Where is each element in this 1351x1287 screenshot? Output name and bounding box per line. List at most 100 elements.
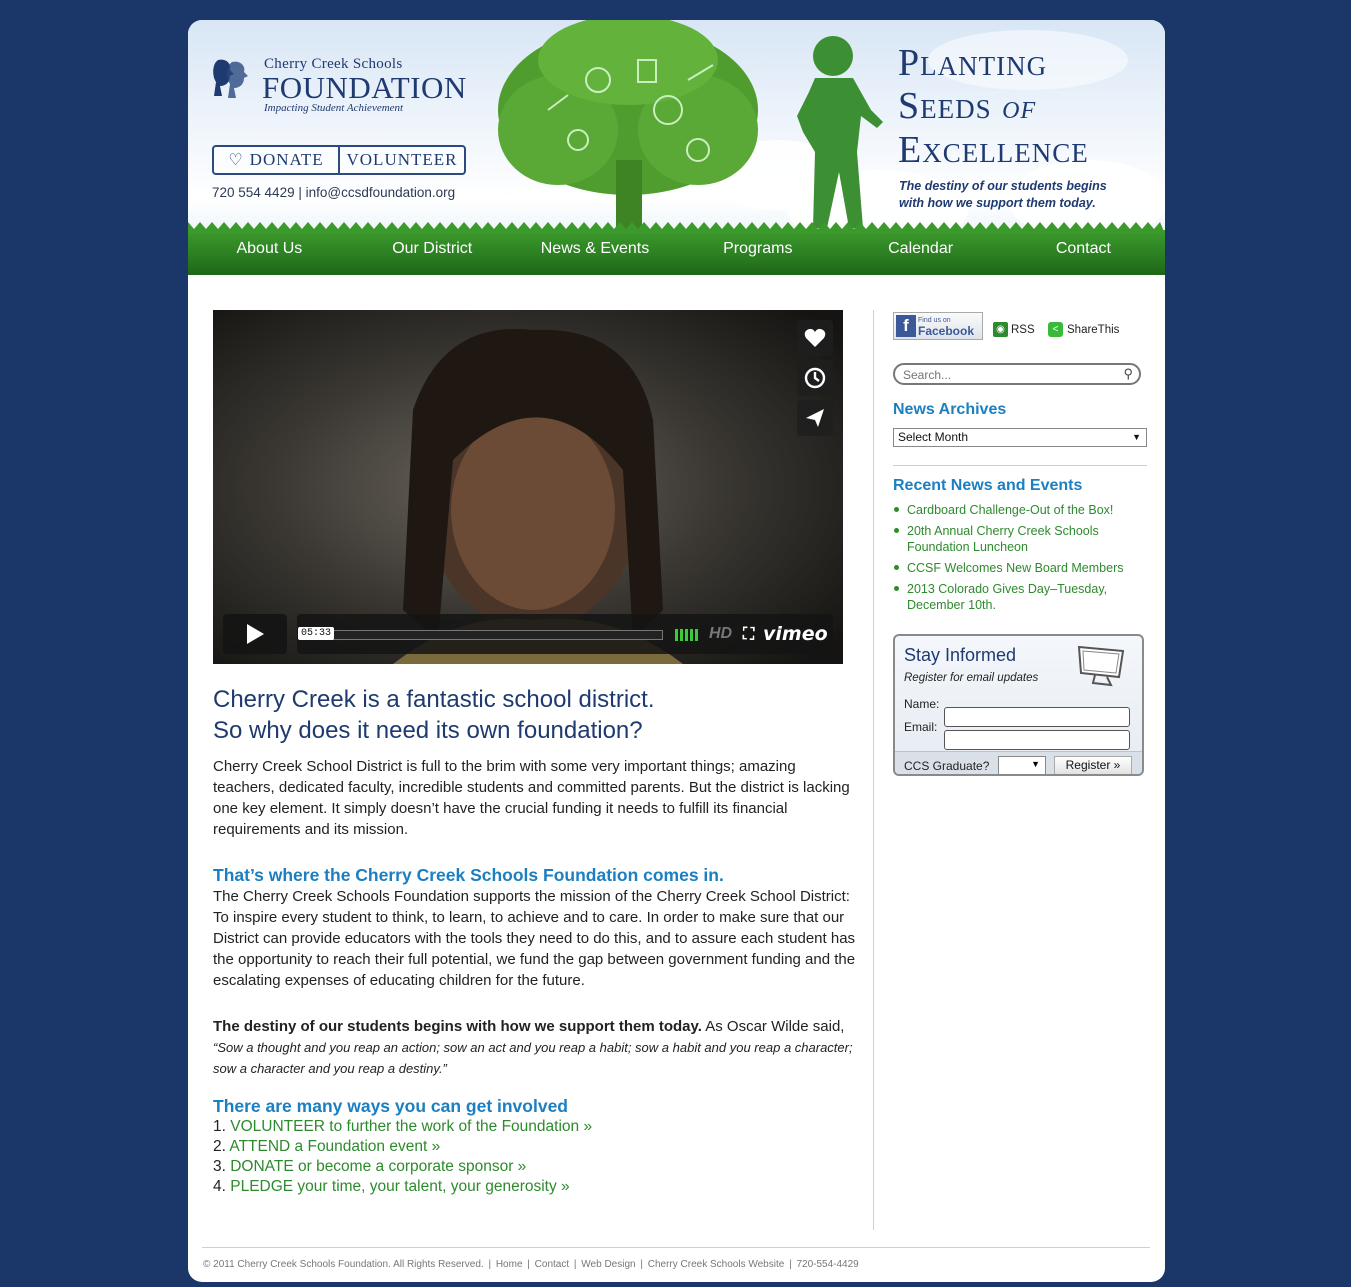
register-button[interactable]: Register » (1054, 756, 1132, 774)
logo-faces-icon (213, 59, 248, 98)
foundation-heading: That’s where the Cherry Creek Schools Fo… (213, 865, 724, 885)
nav-item-our-district[interactable]: Our District (351, 240, 514, 258)
archives-month-select[interactable]: Select Month ▼ (893, 428, 1147, 447)
play-button[interactable] (223, 614, 287, 654)
foundation-section: That’s where the Cherry Creek Schools Fo… (213, 865, 858, 991)
name-input[interactable] (944, 707, 1130, 727)
nav-item-programs[interactable]: Programs (676, 240, 839, 258)
header-contact: 720 554 4429 | info@ccsdfoundation.org (212, 185, 455, 200)
rss-label: RSS (1011, 323, 1035, 336)
recent-news-list: Cardboard Challenge-Out of the Box! 20th … (893, 502, 1147, 618)
logo-tagline: Impacting Student Achievement (264, 102, 404, 114)
search-icon[interactable]: ⚲ (1123, 366, 1133, 382)
nav-item-contact[interactable]: Contact (1002, 240, 1165, 258)
main-nav: About Us Our District News & Events Program… (188, 230, 1165, 275)
recent-news-link[interactable]: CCSF Welcomes New Board Members (907, 561, 1124, 575)
footer-link[interactable]: Cherry Creek Schools Website (648, 1259, 785, 1270)
sharethis-link[interactable]: < ShareThis (1048, 322, 1119, 337)
recent-news-item: 20th Annual Cherry Creek Schools Foundat… (893, 523, 1147, 555)
header-slogan: Planting Seeds of Excellence (898, 42, 1089, 172)
footer-link[interactable]: Contact (535, 1259, 569, 1270)
foundation-paragraph: The Cherry Creek Schools Foundation supp… (213, 888, 856, 989)
involve-link[interactable]: ATTEND a Foundation event » (229, 1138, 440, 1155)
video-control-bar: 05:33 HD ⛶ vimeo (297, 614, 833, 654)
involve-number: 3. (213, 1158, 231, 1175)
child-silhouette (797, 36, 883, 228)
hd-toggle[interactable]: HD (709, 625, 732, 643)
logo-line-2: FOUNDATION (262, 70, 467, 105)
site-logo[interactable]: Cherry Creek Schools FOUNDATION Impactin… (212, 54, 472, 118)
footer-link[interactable]: 720-554-4429 (796, 1259, 858, 1270)
stay-informed-subtitle: Register for email updates (904, 672, 1039, 684)
recent-news-link[interactable]: Cardboard Challenge-Out of the Box! (907, 503, 1113, 517)
share-icon: < (1048, 322, 1063, 337)
archives-select-value: Select Month (898, 430, 969, 444)
footer-divider (202, 1247, 1150, 1248)
facebook-line-2: Facebook (918, 324, 975, 338)
volunteer-label: VOLUNTEER (346, 150, 458, 169)
email-input[interactable] (944, 730, 1130, 750)
header-phone: 720 554 4429 (212, 185, 295, 200)
heading-line-1: Cherry Creek is a fantastic school distr… (213, 686, 655, 713)
column-divider (873, 310, 874, 1230)
footer-separator: | (637, 1259, 646, 1270)
video-progress-track[interactable]: 05:33 (298, 627, 663, 640)
fullscreen-icon[interactable]: ⛶ (743, 626, 754, 644)
involve-item: 3. DONATE or become a corporate sponsor … (213, 1157, 858, 1177)
intro-paragraph: Cherry Creek School District is full to … (213, 758, 850, 838)
volunteer-button[interactable]: VOLUNTEER (338, 147, 464, 173)
page-heading: Cherry Creek is a fantastic school distr… (213, 684, 853, 746)
destiny-paragraph: The destiny of our students begins with … (213, 1016, 858, 1079)
involve-number: 4. (213, 1178, 231, 1195)
footer-separator: | (488, 1259, 494, 1270)
search-input[interactable] (903, 367, 1113, 383)
nav-item-news-events[interactable]: News & Events (514, 240, 677, 258)
monitor-icon (1077, 645, 1125, 687)
rss-link[interactable]: ◉ RSS (993, 322, 1035, 337)
social-links: f Find us on Facebook ◉ RSS < ShareThis (893, 312, 1147, 342)
recent-news-link[interactable]: 20th Annual Cherry Creek Schools Foundat… (907, 524, 1099, 554)
video-controls: 05:33 HD ⛶ vimeo (223, 614, 833, 654)
recent-news-heading: Recent News and Events (893, 477, 1083, 494)
facebook-button[interactable]: f Find us on Facebook (893, 312, 983, 340)
involve-number: 2. (213, 1138, 230, 1155)
heart-icon (804, 328, 826, 347)
involve-link[interactable]: VOLUNTEER to further the work of the Fou… (230, 1118, 592, 1135)
involve-item: 2. ATTEND a Foundation event » (213, 1137, 858, 1157)
nav-item-calendar[interactable]: Calendar (839, 240, 1002, 258)
donate-button[interactable]: ♡ DONATE (214, 147, 338, 173)
footer-separator: | (571, 1259, 580, 1270)
header-email-link[interactable]: info@ccsdfoundation.org (306, 185, 456, 200)
stay-informed-footer: CCS Graduate? ▼ Register » (895, 751, 1142, 774)
get-involved-list: 1. VOLUNTEER to further the work of the … (213, 1117, 858, 1197)
share-video-button[interactable] (797, 400, 833, 436)
volume-control[interactable] (675, 629, 698, 641)
footer-link[interactable]: Web Design (581, 1259, 635, 1270)
video-player[interactable]: 05:33 HD ⛶ vimeo (213, 310, 843, 664)
slogan-of: of (1002, 89, 1037, 126)
footer-separator: | (786, 1259, 795, 1270)
watch-later-button[interactable] (797, 360, 833, 396)
site-footer: © 2011 Cherry Creek Schools Foundation. … (203, 1259, 859, 1270)
stay-informed-title: Stay Informed (904, 645, 1017, 665)
send-icon (806, 409, 824, 427)
recent-news-item: CCSF Welcomes New Board Members (893, 560, 1147, 576)
news-archives-heading: News Archives (893, 401, 1007, 418)
stay-informed-form: Stay Informed Register for email updates… (893, 634, 1144, 776)
site-header: Cherry Creek Schools FOUNDATION Impactin… (188, 20, 1165, 275)
footer-link[interactable]: Home (496, 1259, 523, 1270)
play-icon (247, 624, 264, 644)
grass-edge (188, 222, 1165, 234)
nav-item-about-us[interactable]: About Us (188, 240, 351, 258)
rss-icon: ◉ (993, 322, 1008, 337)
destiny-bold: The destiny of our students begins with … (213, 1018, 702, 1035)
graduate-label: CCS Graduate? (904, 759, 990, 773)
involve-link[interactable]: DONATE or become a corporate sponsor » (230, 1158, 526, 1175)
involve-link[interactable]: PLEDGE your time, your talent, your gene… (230, 1178, 569, 1195)
like-button[interactable] (797, 320, 833, 356)
involve-number: 1. (213, 1118, 231, 1135)
recent-news-link[interactable]: 2013 Colorado Gives Day–Tuesday, Decembe… (907, 582, 1107, 612)
graduate-select[interactable]: ▼ (998, 756, 1046, 774)
vimeo-logo[interactable]: vimeo (763, 623, 828, 645)
destiny-plain: As Oscar Wilde said, (701, 1018, 845, 1035)
